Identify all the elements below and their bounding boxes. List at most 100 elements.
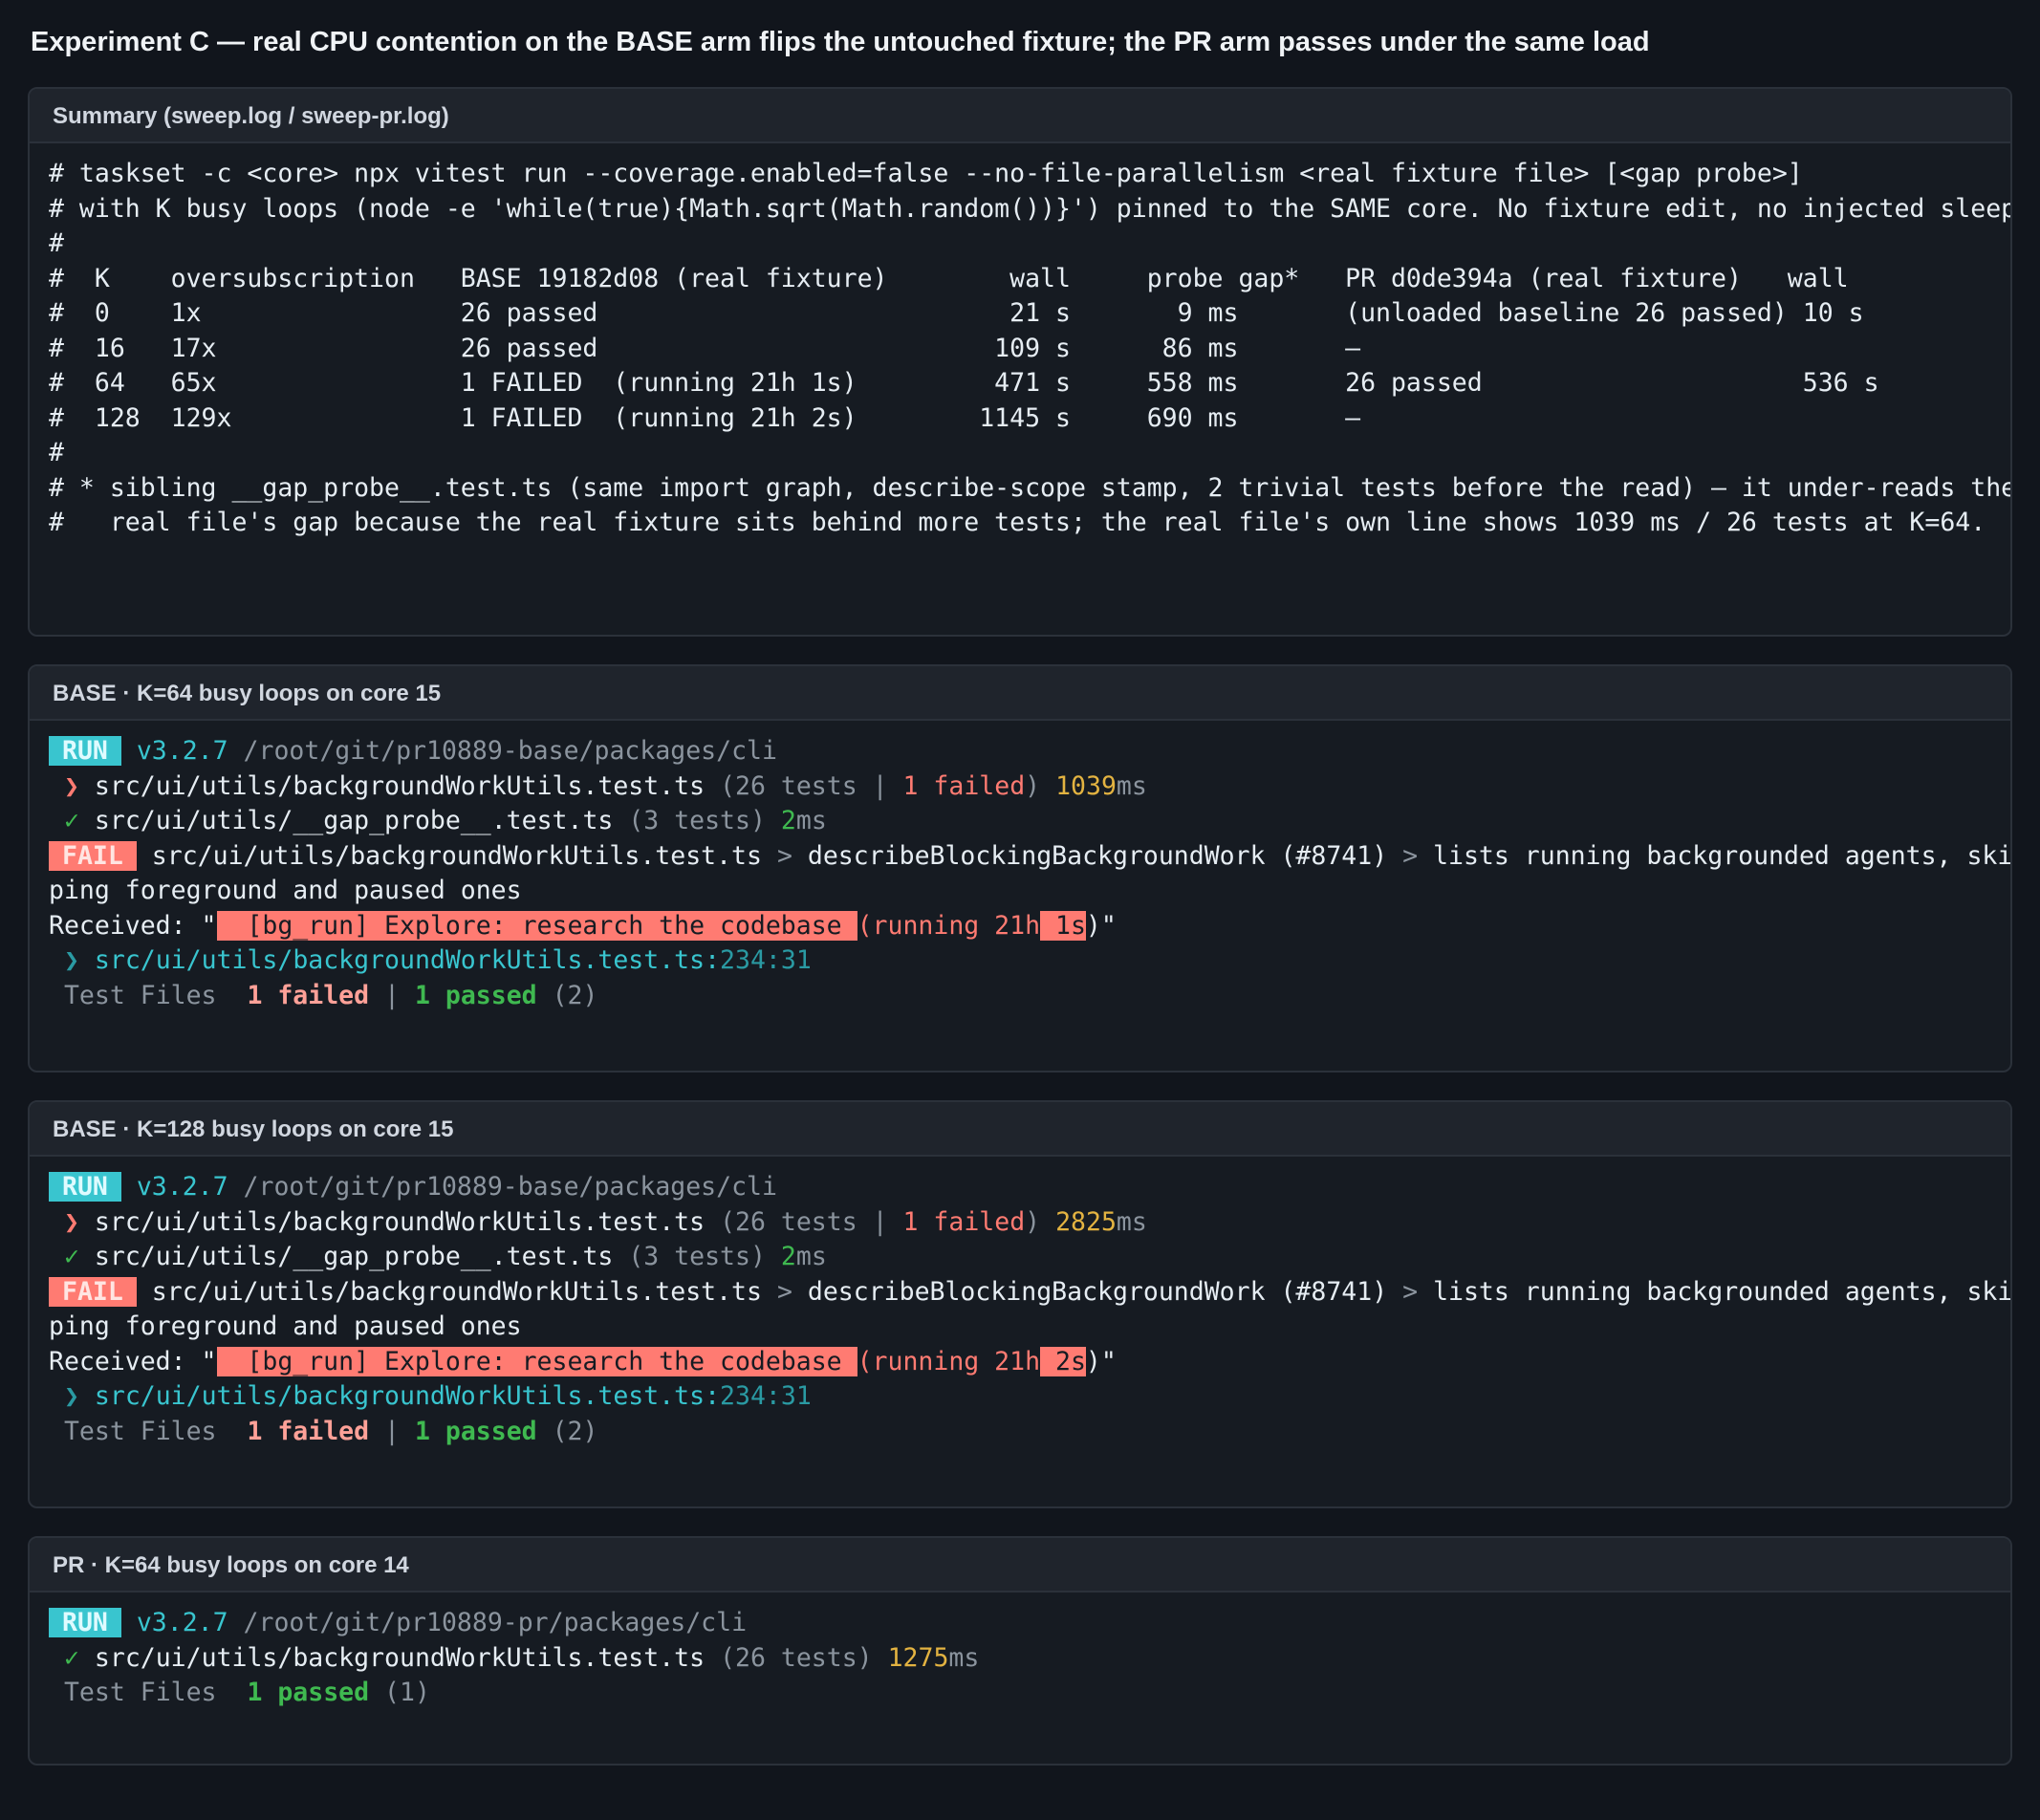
chevron-right-icon: ❯: [63, 1381, 79, 1411]
received-line: Received: " [bg_run] Explore: research t…: [49, 1345, 2010, 1380]
base-k128-log: RUN v3.2.7 /root/git/pr10889-base/packag…: [30, 1157, 2010, 1449]
fail-line: FAIL src/ui/utils/backgroundWorkUtils.te…: [49, 1275, 2010, 1311]
duration-value: 2: [780, 1242, 796, 1271]
base-k128-panel-header: BASE · K=128 busy loops on core 15: [30, 1102, 2010, 1157]
fail-line-wrap: ping foreground and paused ones: [49, 1310, 2010, 1345]
summary-table-row: # 128 129x 1 FAILED (running 21h 2s) 114…: [49, 402, 1361, 433]
summary-label: Test Files: [63, 980, 217, 1010]
separator: >: [1402, 840, 1419, 871]
test-file-name: src/ui/utils/__gap_probe__.test.ts: [94, 806, 614, 835]
paren-close: ): [1025, 770, 1041, 801]
separator: >: [1402, 1276, 1419, 1307]
run-line: RUN v3.2.7 /root/git/pr10889-base/packag…: [49, 1170, 2010, 1205]
pr-k64-panel: PR · K=64 busy loops on core 14 RUN v3.2…: [28, 1536, 2012, 1766]
check-icon: ✓: [63, 806, 79, 835]
test-count: (26 tests): [720, 1642, 873, 1673]
summary-table-row: # 0 1x 26 passed 21 s 9 ms (unloaded bas…: [49, 298, 1864, 328]
diff-highlight: 2s: [1040, 1346, 1086, 1376]
summary-table-header: # K oversubscription BASE 19182d08 (real…: [49, 263, 1849, 293]
summary-failed: 1 failed: [247, 980, 370, 1010]
fail-test-name: lists running backgrounded agents, skip: [1433, 1276, 2012, 1307]
location-line: ❯ src/ui/utils/backgroundWorkUtils.test.…: [49, 943, 2010, 979]
location-file[interactable]: src/ui/utils/backgroundWorkUtils.test.ts…: [95, 1381, 720, 1411]
file-result-line: ✓ src/ui/utils/__gap_probe__.test.ts (3 …: [49, 1240, 2010, 1275]
summary-passed: 1 passed: [414, 1416, 537, 1446]
received-label: Received: ": [49, 1346, 217, 1376]
duration-unit: ms: [795, 1242, 827, 1271]
summary-total: (2): [552, 1416, 598, 1446]
run-path: /root/git/pr10889-pr/packages/cli: [243, 1608, 748, 1637]
fail-describe: describeBlockingBackgroundWork (#8741): [807, 1276, 1388, 1307]
run-path: /root/git/pr10889-base/packages/cli: [243, 1172, 777, 1202]
summary-line: # taskset -c <core> npx vitest run --cov…: [49, 159, 1803, 188]
summary-label: Test Files: [63, 1416, 217, 1446]
fail-test-name: lists running backgrounded agents, skip: [1433, 840, 2012, 871]
test-file-name: src/ui/utils/__gap_probe__.test.ts: [94, 1242, 614, 1271]
summary-label: Test Files: [63, 1678, 217, 1707]
received-label: Received: ": [49, 910, 217, 941]
vitest-version: v3.2.7: [136, 1172, 228, 1202]
separator: >: [776, 840, 792, 871]
file-result-line: ✓ src/ui/utils/backgroundWorkUtils.test.…: [49, 1641, 2010, 1677]
separator: >: [776, 1276, 792, 1307]
failed-count: 1 failed: [902, 1206, 1026, 1237]
file-result-line: ❯ src/ui/utils/backgroundWorkUtils.test.…: [49, 1205, 2010, 1241]
test-count: (26 tests |: [720, 770, 903, 801]
fail-badge: FAIL: [49, 1276, 137, 1307]
fail-describe: describeBlockingBackgroundWork (#8741): [807, 840, 1388, 871]
base-k64-panel-header: BASE · K=64 busy loops on core 15: [30, 666, 2010, 721]
test-files-summary: Test Files 1 passed (1): [49, 1676, 2010, 1711]
check-icon: ✓: [63, 1642, 79, 1673]
test-file-name: src/ui/utils/backgroundWorkUtils.test.ts: [94, 770, 705, 801]
fail-test-name-cont: ping foreground and paused ones: [49, 876, 522, 905]
received-text: (running 21h: [857, 910, 1041, 941]
vitest-version: v3.2.7: [136, 1608, 228, 1637]
summary-pipe: |: [384, 980, 401, 1010]
test-count: (3 tests): [628, 806, 766, 835]
run-line: RUN v3.2.7 /root/git/pr10889-base/packag…: [49, 734, 2010, 769]
diff-highlight: [bg_run] Explore: research the codebase: [216, 910, 857, 941]
received-line: Received: " [bg_run] Explore: research t…: [49, 909, 2010, 944]
file-result-line: ❯ src/ui/utils/backgroundWorkUtils.test.…: [49, 769, 2010, 805]
summary-footnote: # real file's gap because the real fixtu…: [49, 508, 1986, 537]
paren-close: ): [1025, 1206, 1041, 1237]
chevron-right-icon: ❯: [63, 770, 79, 801]
location-line: ❯ src/ui/utils/backgroundWorkUtils.test.…: [49, 1379, 2010, 1415]
duration-value: 1039: [1055, 770, 1117, 801]
vitest-version: v3.2.7: [136, 736, 228, 766]
fail-file: src/ui/utils/backgroundWorkUtils.test.ts: [151, 840, 762, 871]
check-icon: ✓: [63, 1242, 79, 1271]
test-count: (3 tests): [628, 1242, 766, 1271]
failed-count: 1 failed: [902, 770, 1026, 801]
summary-passed: 1 passed: [414, 980, 537, 1010]
summary-line: #: [49, 228, 64, 258]
fail-file: src/ui/utils/backgroundWorkUtils.test.ts: [151, 1276, 762, 1307]
location-file[interactable]: src/ui/utils/backgroundWorkUtils.test.ts…: [95, 945, 720, 975]
summary-total: (1): [384, 1678, 430, 1707]
location-position: 234:31: [720, 945, 812, 975]
summary-panel-header: Summary (sweep.log / sweep-pr.log): [30, 89, 2010, 143]
diff-highlight: [bg_run] Explore: research the codebase: [216, 1346, 857, 1376]
test-files-summary: Test Files 1 failed | 1 passed (2): [49, 979, 2010, 1014]
run-badge: RUN: [49, 736, 121, 766]
summary-table-row: # 64 65x 1 FAILED (running 21h 1s) 471 s…: [49, 368, 1879, 398]
page-title: Experiment C — real CPU contention on th…: [31, 27, 1650, 57]
duration-unit: ms: [1116, 1206, 1147, 1237]
summary-footnote: # * sibling __gap_probe__.test.ts (same …: [49, 472, 2012, 503]
pr-k64-panel-header: PR · K=64 busy loops on core 14: [30, 1538, 2010, 1592]
duration-value: 1275: [887, 1642, 949, 1673]
summary-failed: 1 failed: [247, 1416, 370, 1446]
test-files-summary: Test Files 1 failed | 1 passed (2): [49, 1415, 2010, 1450]
duration-unit: ms: [1116, 770, 1147, 801]
summary-line: #: [49, 438, 64, 467]
duration-unit: ms: [795, 806, 827, 835]
base-k128-panel: BASE · K=128 busy loops on core 15 RUN v…: [28, 1100, 2012, 1508]
duration-value: 2825: [1055, 1206, 1117, 1237]
received-end: )": [1085, 910, 1117, 941]
run-badge: RUN: [49, 1608, 121, 1637]
pr-k64-log: RUN v3.2.7 /root/git/pr10889-pr/packages…: [30, 1592, 2010, 1711]
test-count: (26 tests |: [720, 1206, 903, 1237]
summary-total: (2): [552, 980, 598, 1010]
fail-badge: FAIL: [49, 840, 137, 871]
summary-log: # taskset -c <core> npx vitest run --cov…: [30, 143, 2010, 541]
